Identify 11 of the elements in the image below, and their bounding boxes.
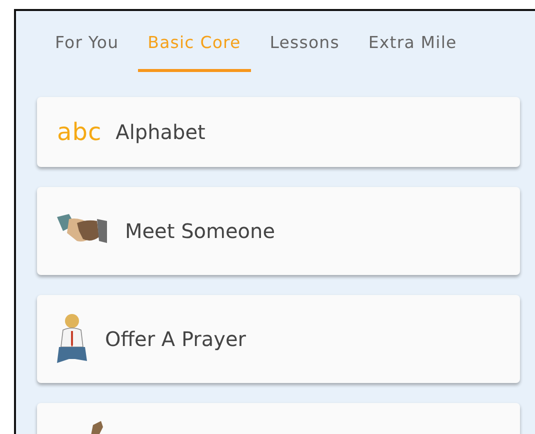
lesson-card[interactable]: Offer A Prayer [37, 295, 520, 383]
lesson-card[interactable]: Meet Someone [37, 187, 520, 275]
letters-icon: abc [57, 118, 102, 146]
tab[interactable]: For You [45, 33, 129, 72]
tab[interactable]: Extra Mile [358, 33, 467, 72]
kneeling-person-icon [55, 313, 89, 365]
lesson-title: Offer A Prayer [105, 327, 246, 351]
lesson-card[interactable]: abc Alphabet [37, 97, 520, 167]
lesson-title: Alphabet [116, 120, 206, 144]
tab[interactable]: Lessons [260, 33, 350, 72]
lesson-title: Meet Someone [125, 219, 275, 243]
